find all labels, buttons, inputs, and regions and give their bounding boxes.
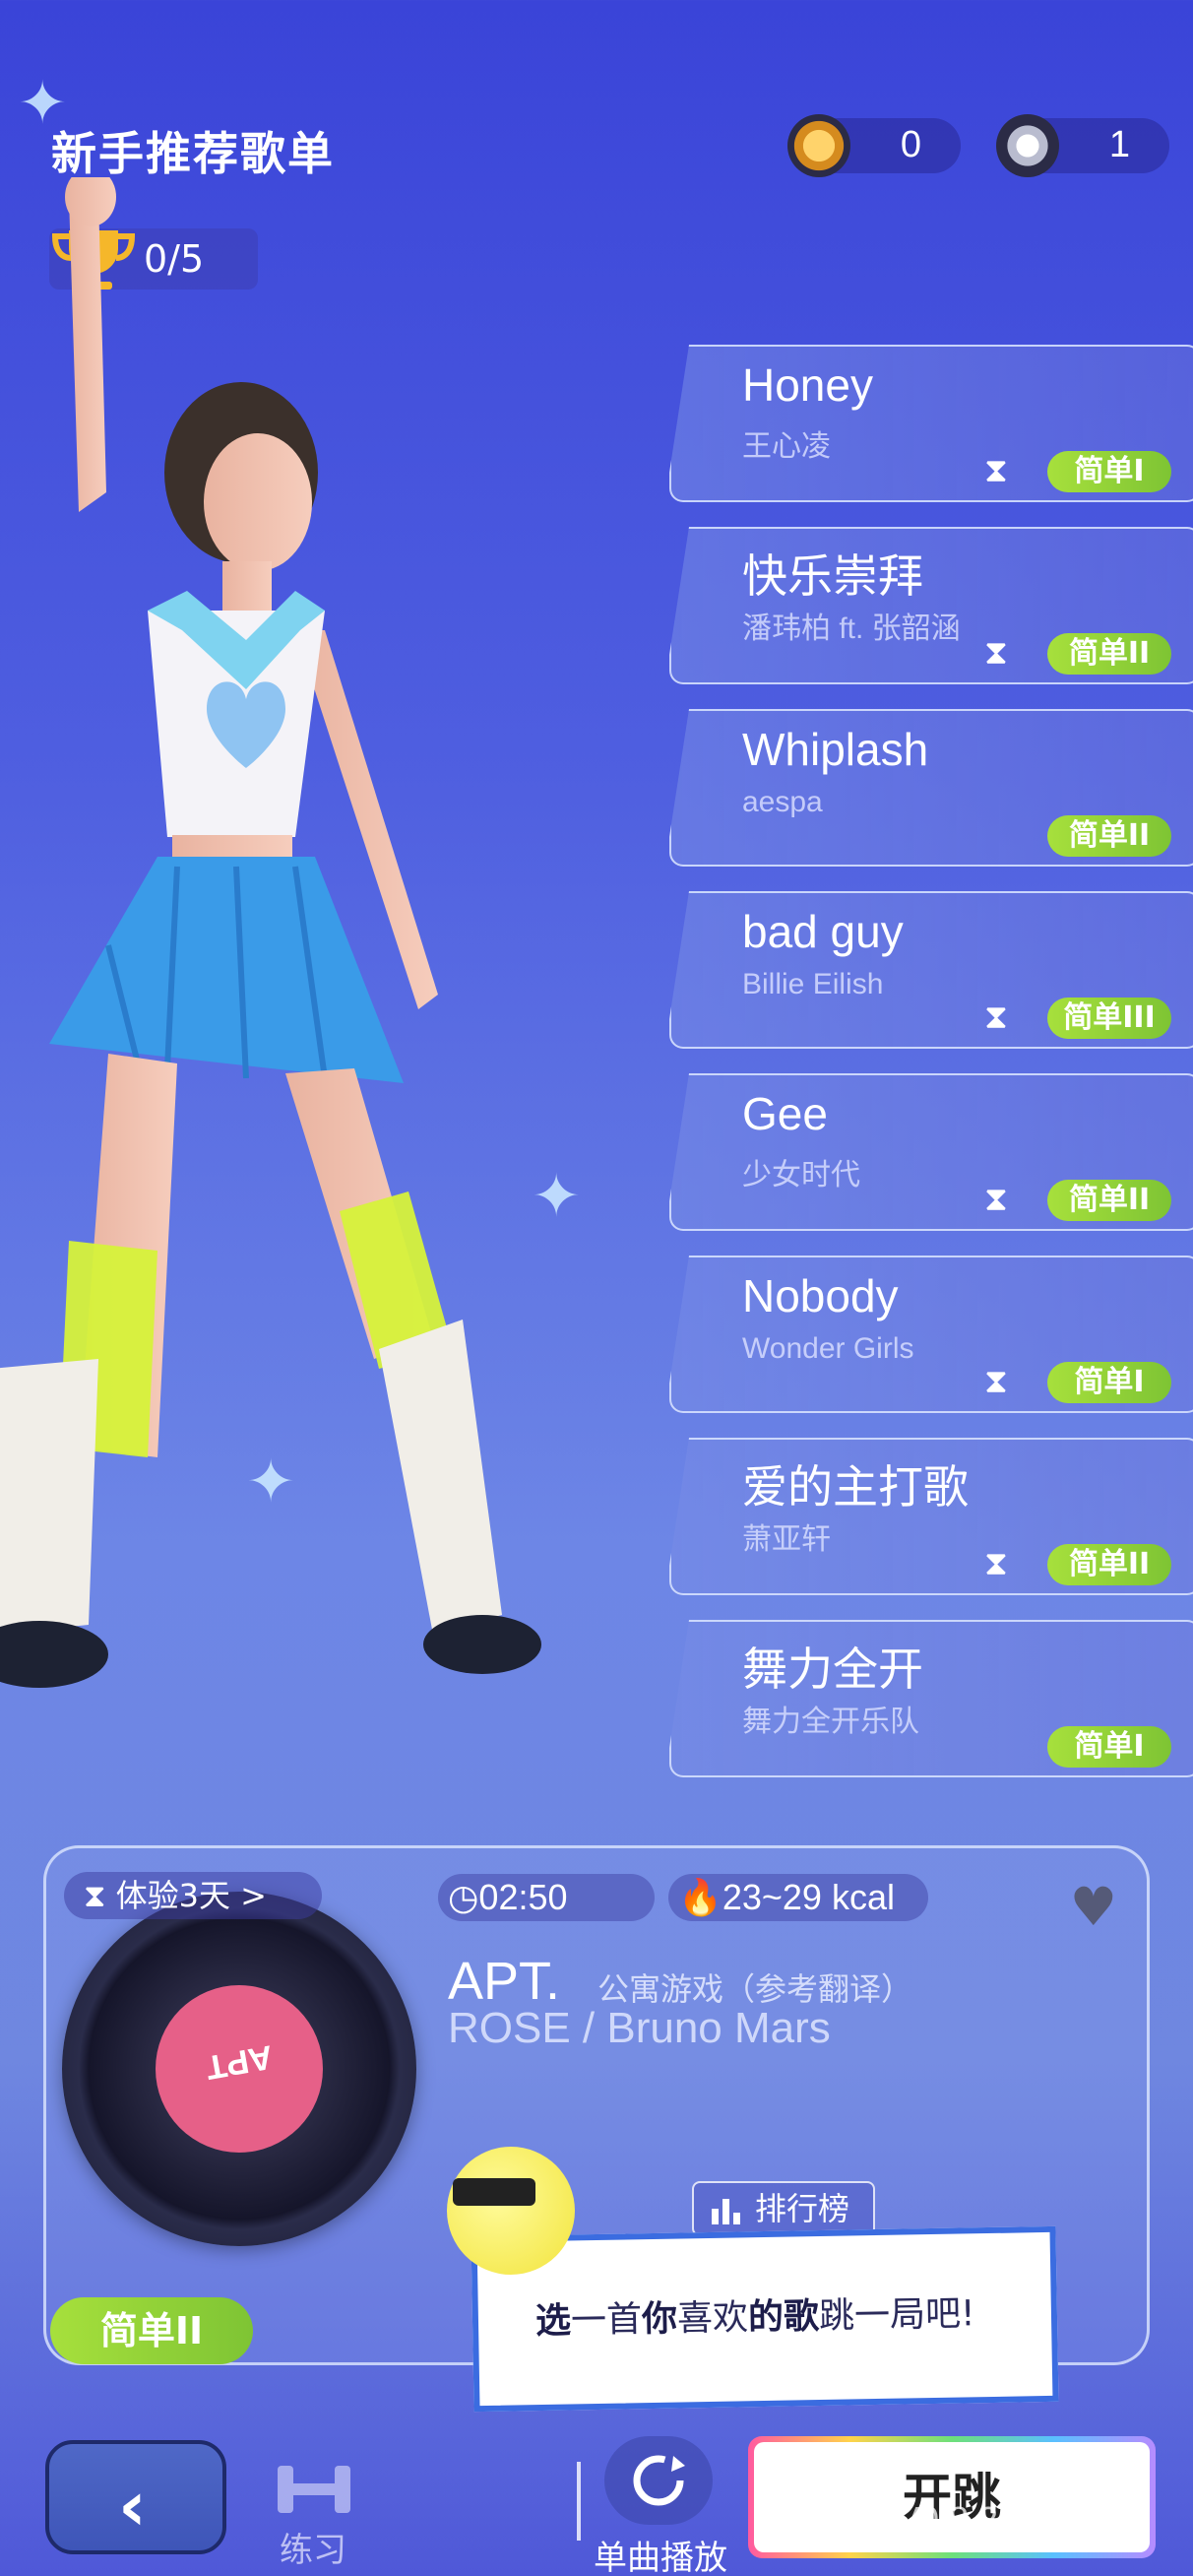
disc-value: 1: [1108, 124, 1130, 165]
song-artist: aespa: [742, 786, 823, 818]
playlist-title: 新手推荐歌单: [51, 127, 335, 180]
difficulty-badge: 简单II: [1047, 633, 1171, 675]
song-title: Gee: [742, 1088, 828, 1139]
coin-value: 0: [900, 124, 921, 165]
album-art: APT: [156, 1985, 323, 2153]
hourglass-icon: ⧗: [984, 1362, 1008, 1401]
mascot-icon: [447, 2147, 575, 2275]
difficulty-badge: 简单I: [1047, 1362, 1171, 1403]
repeat-icon: [604, 2436, 713, 2525]
version-watermark: 测试版本V0.8.2.153605: [754, 2499, 1127, 2540]
trial-label: 体验3天 >: [115, 1877, 267, 1914]
difficulty-badge: 简单II: [1047, 1544, 1171, 1585]
disc-icon: [996, 114, 1059, 177]
song-title: 爱的主打歌: [742, 1461, 969, 1513]
difficulty-badge[interactable]: 简单II: [50, 2297, 253, 2364]
bar-chart-icon: [712, 2199, 740, 2224]
ranking-button[interactable]: 排行榜: [692, 2181, 875, 2236]
practice-button[interactable]: 练习: [270, 2460, 358, 2570]
difficulty-badge: 简单I: [1047, 451, 1171, 492]
song-artist: 萧亚轩: [742, 1523, 831, 1556]
chevron-left-icon: ‹: [118, 2466, 147, 2546]
song-artist: Wonder Girls: [742, 1332, 914, 1365]
album-art-text: APT: [203, 2037, 276, 2087]
song-artist: 舞力全开乐队: [742, 1706, 919, 1738]
song-card[interactable]: 舞力全开 舞力全开乐队 简单I: [669, 1620, 1193, 1777]
hourglass-icon: ⧗: [984, 1544, 1008, 1583]
dancer-character: [0, 177, 541, 1688]
song-card[interactable]: Whiplash aespa 简单II: [669, 709, 1193, 867]
song-card[interactable]: 爱的主打歌 萧亚轩 ⧗ 简单II: [669, 1438, 1193, 1595]
song-artist: Billie Eilish: [742, 968, 884, 1000]
song-title: bad guy: [742, 906, 904, 957]
flame-icon: 🔥: [678, 1877, 722, 1917]
difficulty-badge: 简单II: [1047, 815, 1171, 857]
song-artist: 潘玮柏 ft. 张韶涵: [742, 612, 961, 645]
coin-counter[interactable]: 0: [787, 114, 961, 177]
difficulty-badge: 简单III: [1047, 998, 1171, 1039]
calorie-value: 23~29 kcal: [722, 1877, 895, 1917]
disc-counter[interactable]: 1: [996, 114, 1169, 177]
hourglass-icon: ⧗: [984, 998, 1008, 1037]
song-artist: 王心凌: [742, 430, 831, 463]
hourglass-icon: ⧗: [984, 633, 1008, 673]
single-play-label: 单曲播放: [594, 2539, 727, 2576]
trial-tag[interactable]: ⧗ 体验3天 >: [64, 1872, 322, 1919]
single-play-button[interactable]: 单曲播放: [594, 2436, 727, 2576]
song-artist: 少女时代: [742, 1159, 860, 1191]
song-title: Honey: [742, 359, 873, 411]
song-title: 快乐崇拜: [742, 550, 923, 602]
duration-value: 02:50: [478, 1877, 568, 1917]
speech-bubble-text: 选一首你喜欢的歌跳一局吧!: [534, 2293, 975, 2343]
speech-bubble: 选一首你喜欢的歌跳一局吧!: [471, 2225, 1059, 2413]
song-title: Whiplash: [742, 724, 929, 775]
sunglasses-icon: [453, 2178, 535, 2206]
calorie-pill: 🔥23~29 kcal: [668, 1874, 928, 1921]
coin-icon: [787, 114, 850, 177]
favorite-heart-icon[interactable]: ♥: [1070, 1876, 1117, 1938]
hourglass-icon: ⧗: [984, 451, 1008, 490]
selected-song-title: APT.: [448, 1952, 561, 2011]
song-title: 舞力全开: [742, 1643, 923, 1695]
song-title: Nobody: [742, 1270, 899, 1321]
clock-icon: ◷: [448, 1877, 479, 1917]
divider: [577, 2462, 581, 2541]
back-button[interactable]: ‹: [45, 2440, 226, 2554]
difficulty-badge: 简单I: [1047, 1726, 1171, 1768]
song-card[interactable]: 快乐崇拜 潘玮柏 ft. 张韶涵 ⧗ 简单II: [669, 527, 1193, 684]
album-vinyl: APT: [62, 1892, 416, 2246]
duration-pill: ◷02:50: [438, 1874, 655, 1921]
song-card[interactable]: bad guy Billie Eilish ⧗ 简单III: [669, 891, 1193, 1049]
practice-label: 练习: [280, 2531, 346, 2570]
song-card[interactable]: Honey 王心凌 ⧗ 简单I: [669, 345, 1193, 502]
song-card[interactable]: Gee 少女时代 ⧗ 简单II: [669, 1073, 1193, 1231]
hourglass-icon: ⧗: [84, 1877, 116, 1914]
difficulty-badge: 简单II: [1047, 1180, 1171, 1221]
selected-song-artist: ROSE / Bruno Mars: [448, 2004, 831, 2052]
ranking-label: 排行榜: [755, 2190, 850, 2227]
dumbbell-icon: [278, 2466, 350, 2513]
song-card[interactable]: Nobody Wonder Girls ⧗ 简单I: [669, 1256, 1193, 1413]
hourglass-icon: ⧗: [984, 1180, 1008, 1219]
